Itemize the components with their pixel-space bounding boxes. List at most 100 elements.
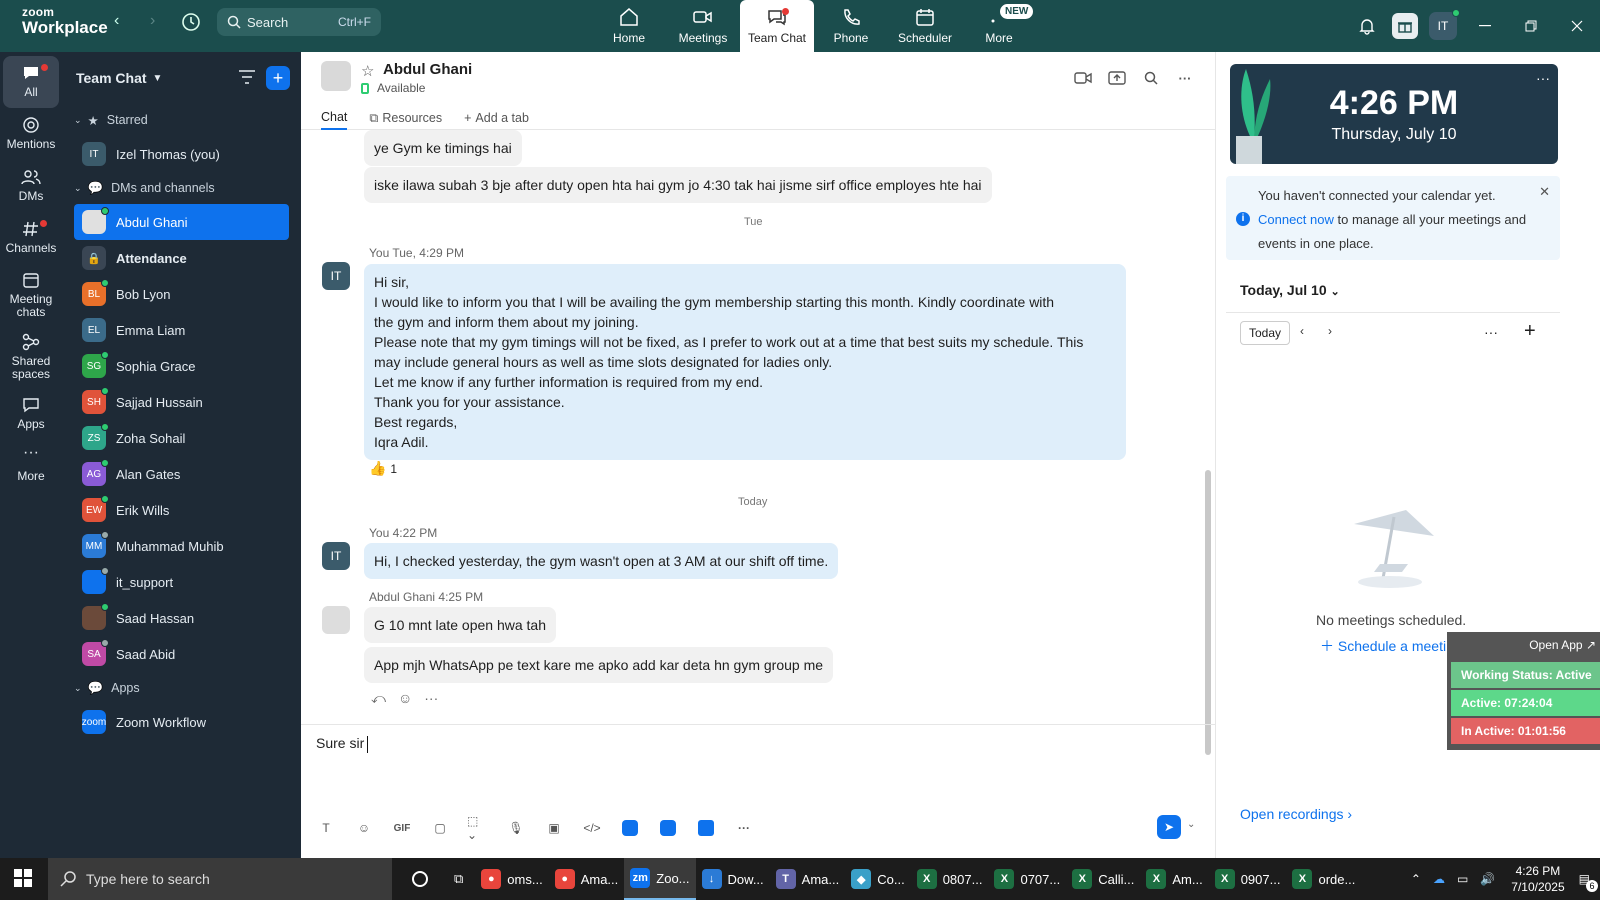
history-icon[interactable]	[180, 11, 202, 33]
taskbar-app[interactable]: ↓ Dow...	[696, 858, 770, 900]
open-app-button[interactable]: Open App ↗	[1529, 638, 1596, 652]
more-options-icon[interactable]: ···	[1484, 324, 1498, 340]
rail-meeting-chats[interactable]: Meeting chats	[0, 264, 62, 326]
share-screen-icon[interactable]	[1107, 68, 1127, 88]
emoji-icon[interactable]: ☺	[353, 817, 375, 839]
taskbar-app[interactable]: ◆ Co...	[845, 858, 910, 900]
open-recordings-link[interactable]: Open recordings ›	[1240, 806, 1352, 822]
today-button[interactable]: Today	[1240, 321, 1290, 345]
taskbar-app[interactable]: ● oms...	[475, 858, 548, 900]
tab-meetings[interactable]: Meetings	[666, 0, 740, 52]
composer-input[interactable]: Sure sir	[316, 735, 369, 753]
rail-mentions[interactable]: Mentions	[0, 108, 62, 160]
dm-item[interactable]: 🔒 Attendance	[74, 240, 289, 276]
message-bubble[interactable]: Hi, I checked yesterday, the gym wasn't …	[364, 543, 839, 579]
minimize-icon[interactable]	[1462, 7, 1508, 45]
taskbar-app[interactable]: zm Zoo...	[624, 858, 696, 900]
windows-start-icon[interactable]	[14, 869, 32, 887]
notifications-icon[interactable]: ▤ 6	[1579, 872, 1598, 892]
add-tab-button[interactable]: + Add a tab	[464, 106, 529, 130]
new-chat-button[interactable]: +	[266, 66, 290, 90]
dm-item[interactable]: it_support	[74, 564, 289, 600]
dm-item[interactable]: Abdul Ghani	[74, 204, 289, 240]
microphone-icon[interactable]: 🎙	[505, 817, 527, 839]
rail-all[interactable]: All	[3, 56, 59, 108]
app-blue-icon-3[interactable]	[695, 817, 717, 839]
taskbar-app[interactable]: X 0907...	[1209, 858, 1287, 900]
volume-icon[interactable]: 🔊	[1480, 872, 1495, 886]
my-avatar[interactable]: IT	[322, 542, 350, 570]
send-button[interactable]: ➤	[1157, 815, 1181, 839]
rail-dms[interactable]: DMs	[0, 160, 62, 212]
message-composer[interactable]: Sure sir T ☺ GIF ▢ ⬚ ⌄ 🎙 ▣ </> ··· ➤ ⌄	[301, 724, 1215, 858]
my-avatar[interactable]: IT	[322, 262, 350, 290]
video-message-icon[interactable]: ▣	[543, 817, 565, 839]
next-day-icon[interactable]: ›	[1328, 324, 1332, 338]
app-item[interactable]: zoom Zoom Workflow	[74, 704, 289, 740]
send-options-icon[interactable]: ⌄	[1187, 819, 1195, 830]
reply-icon[interactable]: ⤺	[371, 690, 386, 707]
section-starred[interactable]: ⌄ ★ Starred	[62, 104, 301, 136]
screenshot-icon[interactable]: ⬚ ⌄	[467, 814, 489, 842]
back-arrow-icon[interactable]: ‹	[114, 12, 119, 30]
tab-team-chat[interactable]: Team Chat	[740, 0, 814, 52]
bell-icon[interactable]	[1348, 7, 1386, 45]
dm-item[interactable]: MM Muhammad Muhib	[74, 528, 289, 564]
rail-apps[interactable]: Apps	[0, 388, 62, 440]
app-blue-icon-2[interactable]	[657, 817, 679, 839]
dm-item[interactable]: SH Sajjad Hussain	[74, 384, 289, 420]
video-call-icon[interactable]	[1073, 68, 1093, 88]
taskbar-app[interactable]: ● Ama...	[549, 858, 625, 900]
file-icon[interactable]: ▢	[429, 817, 451, 839]
taskbar-clock[interactable]: 4:26 PM 7/10/2025	[1511, 863, 1564, 895]
message-bubble[interactable]: App mjh WhatsApp pe text kare me apko ad…	[364, 647, 834, 683]
gift-icon[interactable]	[1386, 7, 1424, 45]
rail-channels[interactable]: Channels	[0, 212, 62, 264]
section-apps[interactable]: ⌄ 💬 Apps	[62, 672, 301, 704]
code-snippet-icon[interactable]: </>	[581, 817, 603, 839]
contact-avatar[interactable]	[322, 606, 350, 634]
reaction-thumbs-up[interactable]: 👍 1	[369, 460, 397, 477]
add-event-icon[interactable]: +	[1524, 320, 1536, 343]
section-dms[interactable]: ⌄ 💬 DMs and channels	[62, 172, 301, 204]
dm-item[interactable]: SA Saad Abid	[74, 636, 289, 672]
close-icon[interactable]	[1554, 7, 1600, 45]
format-text-icon[interactable]: T	[315, 817, 337, 839]
more-options-icon[interactable]: ···	[424, 690, 438, 707]
message-bubble[interactable]: ye Gym ke timings hai	[364, 130, 522, 166]
connect-now-link[interactable]: Connect now	[1258, 212, 1334, 227]
schedule-meeting-link[interactable]: ＋ Schedule a meeting	[1320, 636, 1462, 656]
tab-resources[interactable]: ⧉ Resources	[369, 106, 442, 130]
date-dropdown[interactable]: Today, Jul 10 ⌄	[1240, 282, 1340, 298]
dm-item[interactable]: SG Sophia Grace	[74, 348, 289, 384]
rail-more[interactable]: ··· More	[0, 440, 62, 492]
emoji-icon[interactable]: ☺	[398, 690, 412, 707]
taskbar-search-input[interactable]: Type here to search	[48, 858, 392, 900]
search-icon[interactable]	[1141, 68, 1161, 88]
rail-shared-spaces[interactable]: Shared spaces	[0, 326, 62, 388]
scrollbar[interactable]	[1205, 470, 1211, 755]
dm-item[interactable]: BL Bob Lyon	[74, 276, 289, 312]
more-options-icon[interactable]: ···	[1536, 70, 1550, 86]
contact-name[interactable]: Abdul Ghani	[383, 61, 472, 78]
filter-icon[interactable]	[238, 69, 256, 85]
task-view-icon[interactable]: ⧉	[442, 858, 475, 900]
dm-item[interactable]: Saad Hassan	[74, 600, 289, 636]
network-icon[interactable]: ▭	[1457, 872, 1468, 886]
more-options-icon[interactable]: ···	[733, 817, 755, 839]
restore-icon[interactable]	[1508, 7, 1554, 45]
tab-chat[interactable]: Chat	[321, 106, 348, 130]
tab-scheduler[interactable]: Scheduler	[888, 0, 962, 52]
message-bubble[interactable]: iske ilawa subah 3 bje after duty open h…	[364, 167, 992, 203]
taskbar-app[interactable]: T Ama...	[770, 858, 846, 900]
tab-phone[interactable]: Phone	[814, 0, 888, 52]
tab-home[interactable]: Home	[592, 0, 666, 52]
user-avatar[interactable]: IT	[1424, 7, 1462, 45]
dm-item[interactable]: AG Alan Gates	[74, 456, 289, 492]
starred-item[interactable]: IT Izel Thomas (you)	[74, 136, 289, 172]
taskbar-app[interactable]: Xorde...	[1286, 858, 1361, 900]
onedrive-icon[interactable]: ☁	[1433, 872, 1445, 886]
forward-arrow-icon[interactable]: ›	[150, 12, 155, 30]
contact-avatar[interactable]	[321, 61, 351, 91]
taskbar-app[interactable]: X Am...	[1140, 858, 1208, 900]
